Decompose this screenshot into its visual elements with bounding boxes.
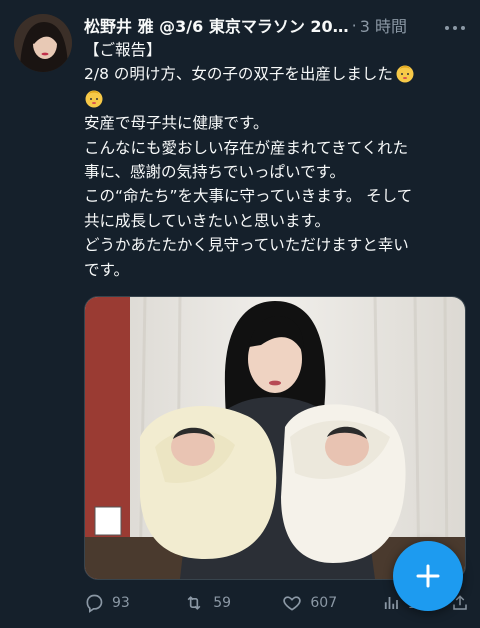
retweet-count: 59	[213, 595, 232, 611]
heart-icon	[283, 596, 302, 611]
text-line: 2/8 の明け方、女の子の双子を出産しました	[84, 62, 469, 86]
compose-button[interactable]	[393, 541, 463, 611]
tweet-text: 【ご報告】 2/8 の明け方、女の子の双子を出産しました安産で母子共に健康です。こ…	[84, 38, 469, 282]
text-line: 【ご報告】	[84, 41, 162, 59]
tweet-header: 松野井 雅 @3/6 東京マラソン 20… · 3 時間	[84, 10, 466, 40]
avatar-photo	[14, 14, 72, 72]
baby-emoji-icon	[396, 65, 414, 83]
retweet-button[interactable]: 59	[183, 593, 282, 613]
like-button[interactable]: 607	[282, 593, 381, 613]
retweet-icon	[187, 596, 201, 610]
separator: ·	[351, 15, 357, 35]
text-line: この“命たち”を大事に守っていきます。 そして	[84, 187, 413, 206]
more-icon[interactable]	[444, 15, 466, 36]
tweet-photo[interactable]	[84, 296, 466, 580]
timestamp[interactable]: 3 時間	[360, 13, 407, 37]
text-line: 事に、感謝の気持ちでいっぱいです。	[84, 163, 346, 182]
text-line	[84, 87, 469, 111]
text-line: 安産で母子共に健康です。	[84, 114, 269, 133]
reply-count: 93	[112, 595, 130, 611]
avatar[interactable]	[14, 14, 72, 72]
text-line: どうかあたたかく見守っていただけますと幸い	[84, 236, 409, 255]
like-count: 607	[310, 595, 338, 611]
plus-icon	[416, 564, 440, 588]
views-icon	[384, 597, 398, 609]
reply-button[interactable]: 93	[84, 593, 183, 613]
reply-icon	[86, 594, 103, 613]
text-line: 共に成長していきたいと思います。	[84, 211, 330, 230]
mother-with-twins-photo	[85, 297, 465, 579]
text-line: こんなにも愛おしい存在が産まれてきてくれた	[84, 138, 409, 157]
baby-emoji-icon	[85, 90, 103, 108]
text-line: です。	[84, 260, 129, 279]
display-name[interactable]: 松野井 雅 @3/6 東京マラソン 20…	[84, 13, 349, 37]
